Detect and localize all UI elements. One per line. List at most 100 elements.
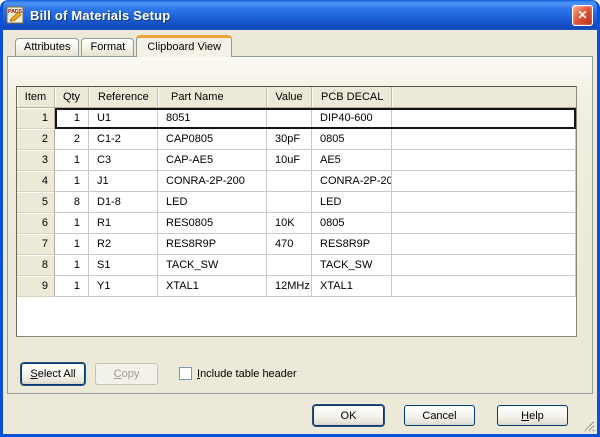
cell-qty[interactable]: 1: [55, 171, 89, 192]
col-header-item[interactable]: Item: [17, 87, 55, 107]
table-row[interactable]: 31C3CAP-AE510uFAE5: [17, 150, 576, 171]
cell-extra[interactable]: [392, 192, 576, 213]
select-all-label: S: [30, 368, 37, 380]
cell-pcb-decal[interactable]: LED: [312, 192, 392, 213]
table-row[interactable]: 91Y1XTAL112MHzXTAL1: [17, 276, 576, 297]
close-button[interactable]: ✕: [572, 5, 593, 26]
cell-qty[interactable]: 1: [55, 276, 89, 297]
row-header-cell[interactable]: 2: [17, 129, 55, 150]
cell-extra[interactable]: [392, 255, 576, 276]
col-header-qty[interactable]: Qty: [55, 87, 89, 107]
row-header-cell[interactable]: 1: [17, 108, 55, 129]
cell-value[interactable]: 12MHz: [267, 276, 312, 297]
cell-reference[interactable]: C3: [89, 150, 158, 171]
cell-part-name[interactable]: 8051: [158, 108, 267, 129]
row-header-cell[interactable]: 7: [17, 234, 55, 255]
col-header-part-name[interactable]: Part Name: [158, 87, 267, 107]
titlebar[interactable]: PADS Bill of Materials Setup ✕: [0, 0, 600, 30]
cell-reference[interactable]: J1: [89, 171, 158, 192]
cell-extra[interactable]: [392, 276, 576, 297]
include-table-header-label[interactable]: Include table header: [197, 368, 297, 381]
cell-reference[interactable]: Y1: [89, 276, 158, 297]
cell-extra[interactable]: [392, 129, 576, 150]
cell-value[interactable]: [267, 255, 312, 276]
cell-part-name[interactable]: XTAL1: [158, 276, 267, 297]
col-header-reference[interactable]: Reference: [89, 87, 158, 107]
cell-extra[interactable]: [392, 150, 576, 171]
cell-reference[interactable]: R1: [89, 213, 158, 234]
cell-part-name[interactable]: LED: [158, 192, 267, 213]
row-header-cell[interactable]: 4: [17, 171, 55, 192]
cell-value[interactable]: 10K: [267, 213, 312, 234]
row-data-cells: 2C1-2CAP080530pF0805: [55, 129, 576, 150]
cell-qty[interactable]: 1: [55, 255, 89, 276]
cell-value[interactable]: [267, 171, 312, 192]
table-row[interactable]: 58D1-8LEDLED: [17, 192, 576, 213]
cell-part-name[interactable]: CONRA-2P-200: [158, 171, 267, 192]
row-header-cell[interactable]: 9: [17, 276, 55, 297]
row-header-cell[interactable]: 3: [17, 150, 55, 171]
cell-pcb-decal[interactable]: RES8R9P: [312, 234, 392, 255]
cell-value[interactable]: 30pF: [267, 129, 312, 150]
ok-button[interactable]: OK: [313, 405, 384, 426]
cell-extra[interactable]: [392, 108, 576, 129]
col-header-pcb-decal[interactable]: PCB DECAL: [312, 87, 392, 107]
row-header-cell[interactable]: 5: [17, 192, 55, 213]
help-button[interactable]: Help: [497, 405, 568, 426]
cell-pcb-decal[interactable]: DIP40-600: [312, 108, 392, 129]
tab-attributes[interactable]: Attributes: [15, 38, 79, 56]
resize-grip-icon: [581, 418, 595, 432]
cell-reference[interactable]: D1-8: [89, 192, 158, 213]
table-row[interactable]: 61R1RES080510K0805: [17, 213, 576, 234]
table-row[interactable]: 11U18051DIP40-600: [17, 108, 576, 129]
row-header-cell[interactable]: 6: [17, 213, 55, 234]
table-body: 11U18051DIP40-60022C1-2CAP080530pF080531…: [17, 108, 576, 297]
cell-part-name[interactable]: RES8R9P: [158, 234, 267, 255]
cell-reference[interactable]: R2: [89, 234, 158, 255]
table-header-row: Item Qty Reference Part Name Value PCB D…: [17, 87, 576, 108]
cell-part-name[interactable]: TACK_SW: [158, 255, 267, 276]
cell-value[interactable]: [267, 108, 312, 129]
copy-button[interactable]: Copy: [95, 363, 158, 385]
cell-reference[interactable]: C1-2: [89, 129, 158, 150]
cell-reference[interactable]: S1: [89, 255, 158, 276]
cell-pcb-decal[interactable]: 0805: [312, 213, 392, 234]
cell-extra[interactable]: [392, 213, 576, 234]
cell-value[interactable]: [267, 192, 312, 213]
cell-part-name[interactable]: CAP-AE5: [158, 150, 267, 171]
cell-qty[interactable]: 2: [55, 129, 89, 150]
cell-extra[interactable]: [392, 171, 576, 192]
row-data-cells: 1S1TACK_SWTACK_SW: [55, 255, 576, 276]
cancel-button[interactable]: Cancel: [404, 405, 475, 426]
cell-qty[interactable]: 1: [55, 150, 89, 171]
cell-value[interactable]: 10uF: [267, 150, 312, 171]
cell-pcb-decal[interactable]: AE5: [312, 150, 392, 171]
col-header-empty[interactable]: [392, 87, 576, 107]
include-table-header-checkbox[interactable]: [179, 367, 192, 380]
cell-part-name[interactable]: CAP0805: [158, 129, 267, 150]
cell-value[interactable]: 470: [267, 234, 312, 255]
cell-qty[interactable]: 1: [55, 108, 89, 129]
cancel-label: Cancel: [422, 410, 456, 422]
table-row[interactable]: 22C1-2CAP080530pF0805: [17, 129, 576, 150]
table-row[interactable]: 71R2RES8R9P470RES8R9P: [17, 234, 576, 255]
row-data-cells: 1Y1XTAL112MHzXTAL1: [55, 276, 576, 297]
select-all-button[interactable]: Select All: [21, 363, 85, 385]
cell-pcb-decal[interactable]: XTAL1: [312, 276, 392, 297]
row-header-cell[interactable]: 8: [17, 255, 55, 276]
cell-pcb-decal[interactable]: 0805: [312, 129, 392, 150]
cell-reference[interactable]: U1: [89, 108, 158, 129]
tab-clipboard-view[interactable]: Clipboard View: [136, 35, 232, 57]
tab-format[interactable]: Format: [81, 38, 134, 56]
cell-extra[interactable]: [392, 234, 576, 255]
cell-qty[interactable]: 1: [55, 213, 89, 234]
cell-qty[interactable]: 1: [55, 234, 89, 255]
cell-part-name[interactable]: RES0805: [158, 213, 267, 234]
cell-pcb-decal[interactable]: TACK_SW: [312, 255, 392, 276]
table-row[interactable]: 81S1TACK_SWTACK_SW: [17, 255, 576, 276]
cell-qty[interactable]: 8: [55, 192, 89, 213]
resize-grip[interactable]: [581, 418, 595, 432]
cell-pcb-decal[interactable]: CONRA-2P-200: [312, 171, 392, 192]
col-header-value[interactable]: Value: [267, 87, 312, 107]
table-row[interactable]: 41J1CONRA-2P-200CONRA-2P-200: [17, 171, 576, 192]
